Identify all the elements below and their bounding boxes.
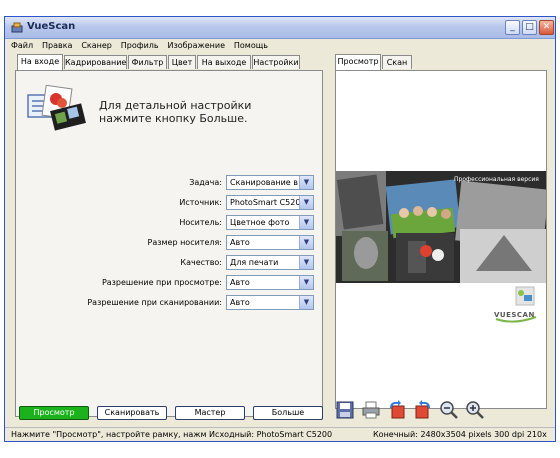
input-tab-panel: Для детальной настройки нажмите кнопку Б… [15,70,323,417]
select-task-value: Сканирование в ф [230,178,308,187]
save-icon[interactable] [335,400,355,420]
rotate-left-icon[interactable] [387,400,407,420]
close-button[interactable]: ✕ [539,20,554,35]
label-scan-resolution: Разрешение при сканировании: [87,298,222,307]
app-window: VueScan _ □ ✕ Файл Правка Сканер Профиль… [4,16,556,442]
select-media[interactable]: Цветное фото ▼ [226,215,314,230]
tab-settings[interactable]: Настройки [252,55,300,69]
select-media-value: Цветное фото [230,218,290,227]
label-task: Задача: [189,178,222,187]
menu-bar: Файл Правка Сканер Профиль Изображение П… [5,39,555,53]
menu-profile[interactable]: Профиль [121,39,159,53]
vuescan-logo [495,286,537,323]
window-title: VueScan [27,21,76,32]
wizard-button[interactable]: Мастер [175,406,245,420]
chevron-down-icon: ▼ [299,176,313,189]
info-line-2: нажмите кнопку Больше. [99,112,248,125]
select-media-size-value: Авто [230,238,250,247]
tab-preview[interactable]: Просмотр [335,54,381,70]
maximize-button[interactable]: □ [522,20,537,35]
menu-help[interactable]: Помощь [234,39,268,53]
photo-info-icon [27,85,86,131]
select-scan-resolution[interactable]: Авто ▼ [226,295,314,310]
label-quality: Качество: [180,258,222,267]
preview-button[interactable]: Просмотр [19,406,89,420]
select-quality[interactable]: Для печати ▼ [226,255,314,270]
label-source: Источник: [179,198,222,207]
preview-banner [336,171,546,283]
chevron-down-icon: ▼ [299,216,313,229]
select-scan-resolution-value: Авто [230,298,250,307]
title-bar[interactable]: VueScan _ □ ✕ [5,17,555,39]
label-media-size: Размер носителя: [147,238,222,247]
chevron-down-icon: ▼ [299,236,313,249]
select-media-size[interactable]: Авто ▼ [226,235,314,250]
select-quality-value: Для печати [230,258,279,267]
rotate-right-icon[interactable] [413,400,433,420]
menu-scanner[interactable]: Сканер [81,39,112,53]
info-line-1: Для детальной настройки [99,99,252,112]
info-message: Для детальной настройки нажмите кнопку Б… [99,99,251,125]
menu-file[interactable]: Файл [11,39,33,53]
zoom-in-icon[interactable] [465,400,485,420]
chevron-down-icon: ▼ [299,296,313,309]
select-source-value: PhotoSmart C5200 [230,198,306,207]
more-button[interactable]: Больше [253,406,323,420]
scan-button[interactable]: Сканировать [97,406,167,420]
select-preview-resolution-value: Авто [230,278,250,287]
status-right-text: Конечный: 2480x3504 pixels 300 dpi 210x [373,430,547,439]
tab-scan[interactable]: Скан [382,55,412,69]
select-preview-resolution[interactable]: Авто ▼ [226,275,314,290]
tab-crop[interactable]: Кадрирование [64,55,127,69]
label-media: Носитель: [179,218,222,227]
label-preview-resolution: Разрешение при просмотре: [101,278,222,287]
tab-output[interactable]: На выходе [197,55,251,69]
status-bar: Нажмите "Просмотр", настройте рамку, наж… [5,427,555,442]
zoom-out-icon[interactable] [439,400,459,420]
select-source[interactable]: PhotoSmart C5200 ▼ [226,195,314,210]
preview-banner-text: Профессиональная версия [454,176,539,183]
vuescan-app-icon [11,22,23,33]
minimize-button[interactable]: _ [505,20,520,35]
print-icon[interactable] [361,400,381,420]
tab-color[interactable]: Цвет [168,55,196,69]
chevron-down-icon: ▼ [299,256,313,269]
tab-input[interactable]: На входе [17,54,63,70]
chevron-down-icon: ▼ [299,196,313,209]
menu-image[interactable]: Изображение [167,39,225,53]
chevron-down-icon: ▼ [299,276,313,289]
preview-area[interactable]: Профессиональная версия VUESCAN [335,70,547,409]
vuescan-logo-text: VUESCAN [494,311,535,319]
status-left-text: Нажмите "Просмотр", настройте рамку, наж… [11,430,333,439]
select-task[interactable]: Сканирование в ф ▼ [226,175,314,190]
menu-edit[interactable]: Правка [42,39,72,53]
tab-filter[interactable]: Фильтр [128,55,167,69]
